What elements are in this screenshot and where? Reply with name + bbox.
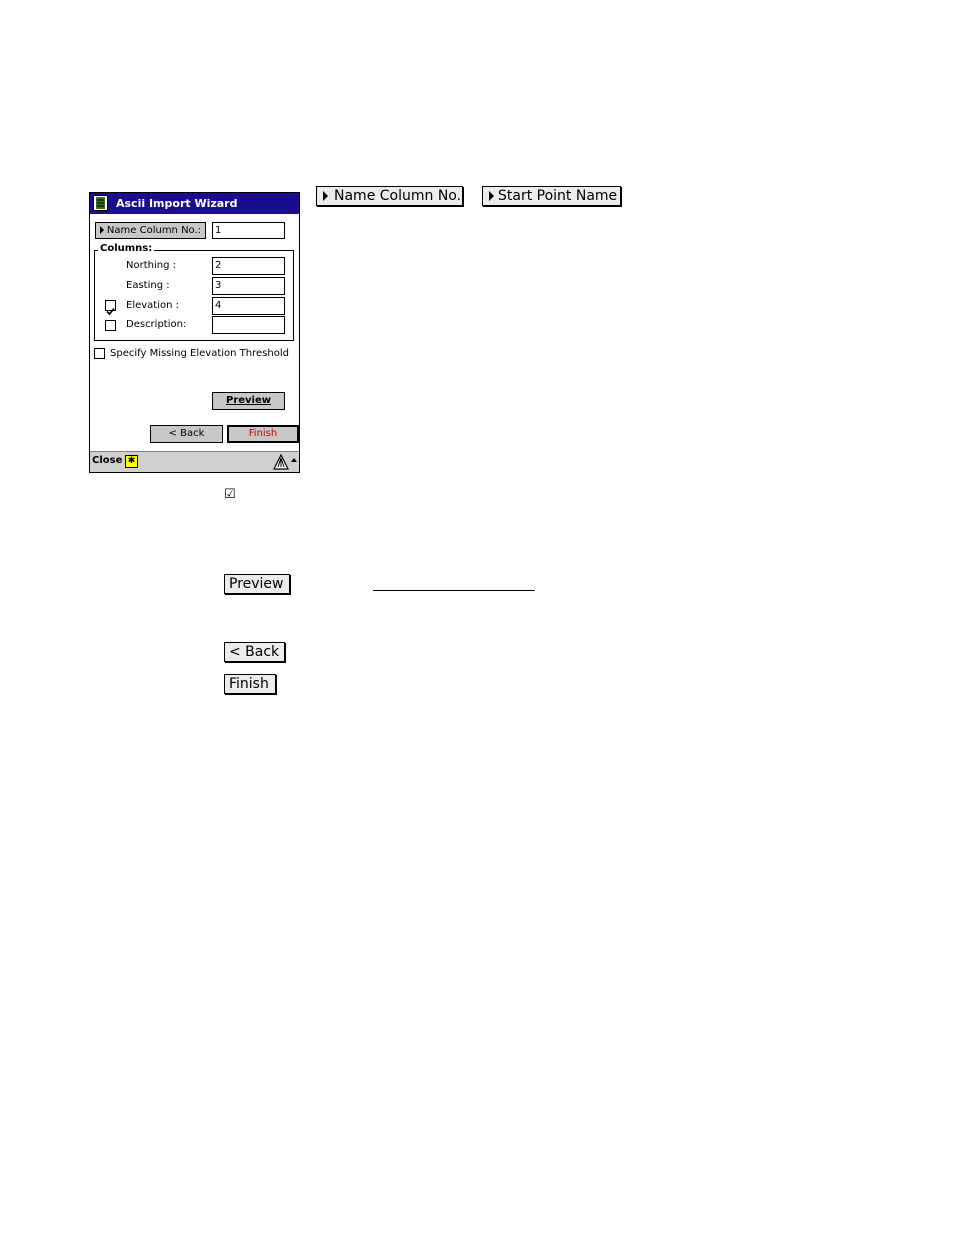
description-checkbox[interactable]: [105, 320, 116, 331]
name-column-button[interactable]: Name Column No.:: [95, 222, 206, 239]
window-title: Ascii Import Wizard: [116, 197, 238, 210]
name-column-reference-button: Name Column No.: [316, 186, 463, 206]
elevation-checkbox[interactable]: [105, 300, 116, 316]
taskbar: Close ✱: [90, 451, 299, 472]
easting-input[interactable]: 3: [212, 277, 285, 295]
star-icon[interactable]: ✱: [125, 455, 138, 468]
back-reference-button: < Back: [224, 642, 285, 662]
northing-input[interactable]: 2: [212, 257, 285, 275]
preview-button[interactable]: Preview: [212, 392, 285, 410]
back-reference-label: < Back: [229, 644, 280, 660]
title-bar: Ascii Import Wizard: [90, 193, 299, 214]
triangle-right-icon: [323, 191, 328, 201]
elevation-label: Elevation :: [126, 300, 179, 311]
easting-label: Easting :: [126, 280, 170, 291]
elevation-input[interactable]: 4: [212, 297, 285, 315]
survey-tripod-icon[interactable]: [273, 453, 289, 470]
start-point-reference-label: Start Point Name: [498, 188, 618, 204]
start-point-reference-button: Start Point Name: [482, 186, 621, 206]
missing-elevation-checkbox[interactable]: [94, 348, 105, 359]
close-menu[interactable]: Close: [92, 455, 122, 466]
finish-reference-button: Finish: [224, 674, 276, 694]
check-icon: [106, 307, 115, 316]
preview-button-label: Preview: [225, 395, 271, 406]
name-column-reference-label: Name Column No.: [334, 188, 462, 204]
app-icon: [93, 195, 108, 211]
triangle-right-icon: [489, 191, 494, 201]
preview-reference-button: Preview: [224, 574, 290, 594]
finish-button[interactable]: Finish: [227, 425, 299, 443]
preview-reference-label: Preview: [229, 576, 284, 592]
name-column-input[interactable]: 1: [212, 222, 285, 239]
checkbox-reference-icon: ☑: [224, 487, 236, 502]
triangle-right-icon: [99, 226, 104, 234]
description-input[interactable]: [212, 316, 285, 334]
back-button[interactable]: < Back: [150, 425, 223, 443]
columns-group-label: Columns:: [98, 243, 155, 254]
back-button-label: < Back: [168, 428, 205, 439]
ascii-import-wizard-window: Ascii Import Wizard Name Column No.: 1 C…: [89, 192, 300, 473]
description-label: Description:: [126, 319, 187, 330]
underline-rule: [373, 590, 535, 591]
northing-label: Northing :: [126, 260, 176, 271]
input-panel-arrow-icon[interactable]: [291, 458, 297, 462]
finish-reference-label: Finish: [229, 676, 269, 692]
name-column-button-label: Name Column No.:: [106, 225, 202, 236]
missing-elevation-label: Specify Missing Elevation Threshold: [110, 348, 289, 359]
finish-button-label: Finish: [248, 428, 278, 439]
